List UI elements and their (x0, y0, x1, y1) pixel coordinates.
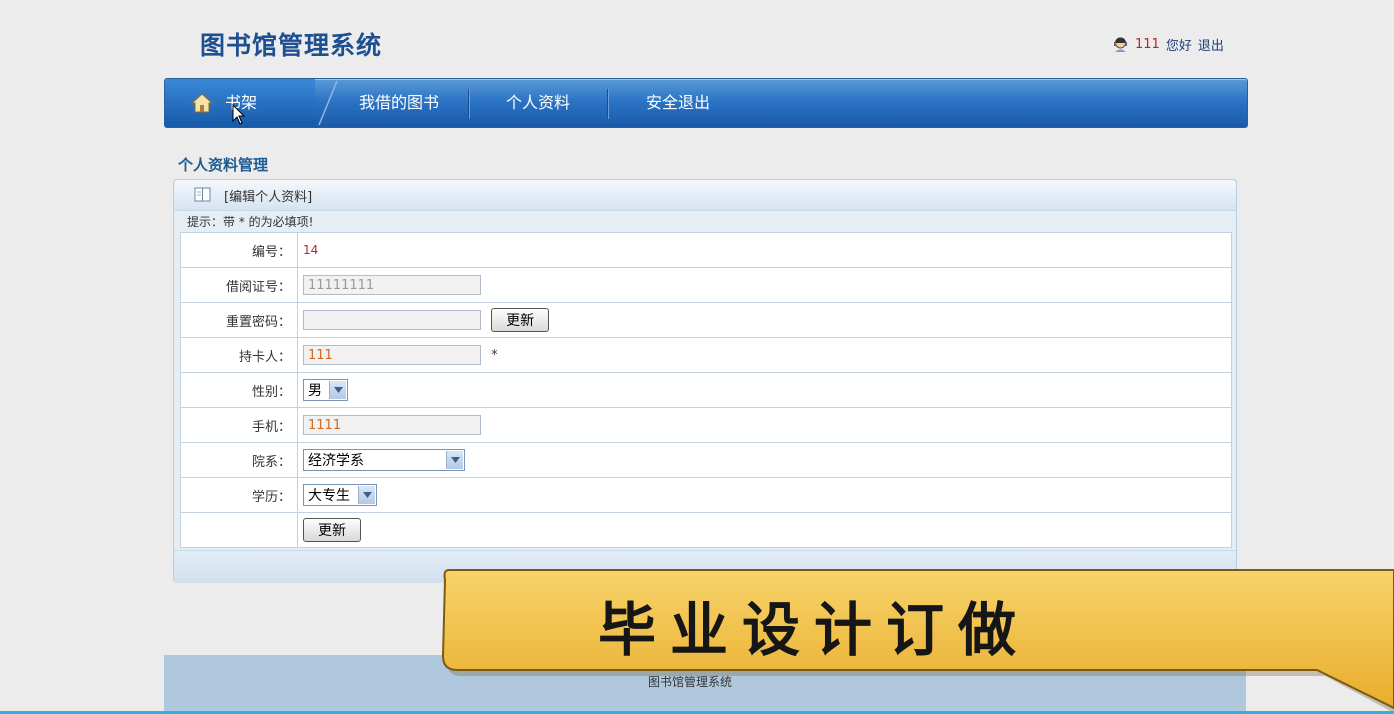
user-box: 111 您好 退出 (1112, 35, 1224, 54)
mouse-cursor-icon (232, 104, 246, 125)
nav-separator (607, 89, 609, 119)
form-row-dept: 院系： 经济学系 (180, 442, 1232, 478)
department-select[interactable]: 经济学系 (303, 449, 465, 471)
password-label: 重置密码： (180, 302, 298, 338)
nav-item-my-books[interactable]: 我借的图书 (359, 79, 439, 127)
gender-selected: 男 (308, 383, 322, 399)
form-row-password: 重置密码： 更新 (180, 302, 1232, 338)
nav-separator (468, 89, 470, 119)
reset-password-input[interactable] (303, 310, 481, 330)
form-row-holder: 持卡人： * (180, 337, 1232, 373)
nav-item-label: 个人资料 (506, 93, 571, 112)
chevron-down-icon (446, 451, 463, 469)
app-title: 图书馆管理系统 (200, 31, 383, 60)
dept-label: 院系： (180, 442, 298, 478)
panel-title: [编辑个人资料] (224, 190, 313, 205)
form-row-phone: 手机： (180, 407, 1232, 443)
required-hint: 提示：带 * 的为必填项! (187, 215, 314, 229)
home-icon (191, 93, 213, 113)
nav-item-label: 安全退出 (646, 93, 711, 112)
submit-update-button[interactable]: 更新 (303, 518, 361, 542)
form-row-id: 编号： 14 (180, 232, 1232, 268)
user-avatar-icon (1114, 37, 1127, 52)
book-icon (194, 187, 211, 202)
education-label: 学历： (180, 477, 298, 513)
greeting-text: 您好 (1165, 39, 1192, 54)
nav-divider-slash (318, 80, 338, 126)
form-row-submit: 更新 (180, 512, 1232, 548)
nav-item-profile[interactable]: 个人资料 (506, 79, 570, 127)
education-select[interactable]: 大专生 (303, 484, 377, 506)
profile-form: 编号： 14 借阅证号： 重置密码： 更新 持卡人： * 性别： 男 (180, 232, 1232, 548)
main-nav: 书架 我借的图书 个人资料 安全退出 (164, 78, 1248, 128)
id-value: 14 (303, 242, 319, 257)
gender-select[interactable]: 男 (303, 379, 348, 401)
form-row-gender: 性别： 男 (180, 372, 1232, 408)
nav-item-logout[interactable]: 安全退出 (646, 79, 710, 127)
id-label: 编号： (180, 232, 298, 268)
profile-edit-panel: [编辑个人资料] 提示：带 * 的为必填项! 编号： 14 借阅证号： 重置密码… (173, 179, 1237, 583)
form-row-card: 借阅证号： (180, 267, 1232, 303)
card-number-input[interactable] (303, 275, 481, 295)
required-mark: * (491, 347, 498, 363)
user-id: 111 (1135, 37, 1160, 52)
header-logout-link[interactable]: 退出 (1198, 35, 1224, 54)
department-selected: 经济学系 (308, 453, 364, 469)
panel-header: [编辑个人资料] (174, 180, 1236, 211)
holder-label: 持卡人： (180, 337, 298, 373)
gender-label: 性别： (180, 372, 298, 408)
card-label: 借阅证号： (180, 267, 298, 303)
chevron-down-icon (329, 381, 346, 399)
nav-item-label: 我借的图书 (359, 93, 440, 112)
education-selected: 大专生 (308, 488, 350, 504)
promo-banner-text: 毕业设计订做 (598, 596, 1031, 664)
phone-label: 手机： (180, 407, 298, 443)
section-title: 个人资料管理 (178, 156, 269, 174)
phone-input[interactable] (303, 415, 481, 435)
form-row-education: 学历： 大专生 (180, 477, 1232, 513)
update-password-button[interactable]: 更新 (491, 308, 550, 332)
chevron-down-icon (358, 486, 375, 504)
cardholder-input[interactable] (303, 345, 481, 365)
